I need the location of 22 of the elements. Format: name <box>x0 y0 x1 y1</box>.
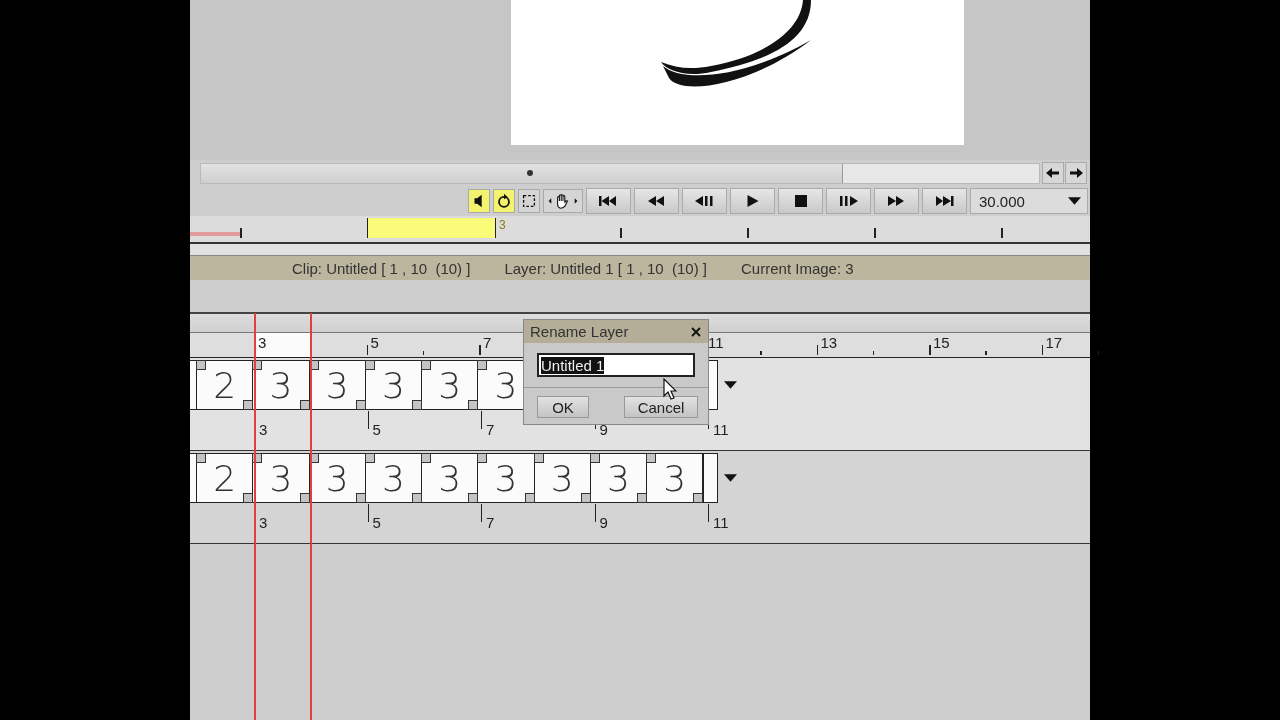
frame-number: 3 <box>259 421 268 438</box>
frame-number: 7 <box>486 514 495 531</box>
layer-info: Layer: Untitled 1 [ 1 , 10 (10) ] <box>504 259 708 277</box>
frame-number: 5 <box>372 421 381 438</box>
current-image-info: Current Image: 3 <box>741 259 854 277</box>
frame-number: 11 <box>713 514 729 531</box>
frame-number: 11 <box>713 421 729 438</box>
frame-marker-label: 3 <box>499 218 506 232</box>
dialog-title: Rename Layer <box>530 323 629 340</box>
ruler-label: 3 <box>258 334 267 351</box>
frame-number: 3 <box>259 514 268 531</box>
ruler-label: 13 <box>820 334 838 351</box>
ruler-label: 17 <box>1045 334 1063 351</box>
ruler-label: 11 <box>708 334 724 351</box>
ruler-label: 15 <box>933 334 950 351</box>
frame-number: 7 <box>486 421 495 438</box>
frame-number: 5 <box>372 514 381 531</box>
clip-info: Clip: Untitled [ 1 , 10 (10) ] <box>292 259 471 277</box>
frame-number: 9 <box>599 514 608 531</box>
ruler-label: 5 <box>370 334 379 351</box>
frame-number: 9 <box>599 421 608 438</box>
ruler-label: 7 <box>483 334 492 351</box>
